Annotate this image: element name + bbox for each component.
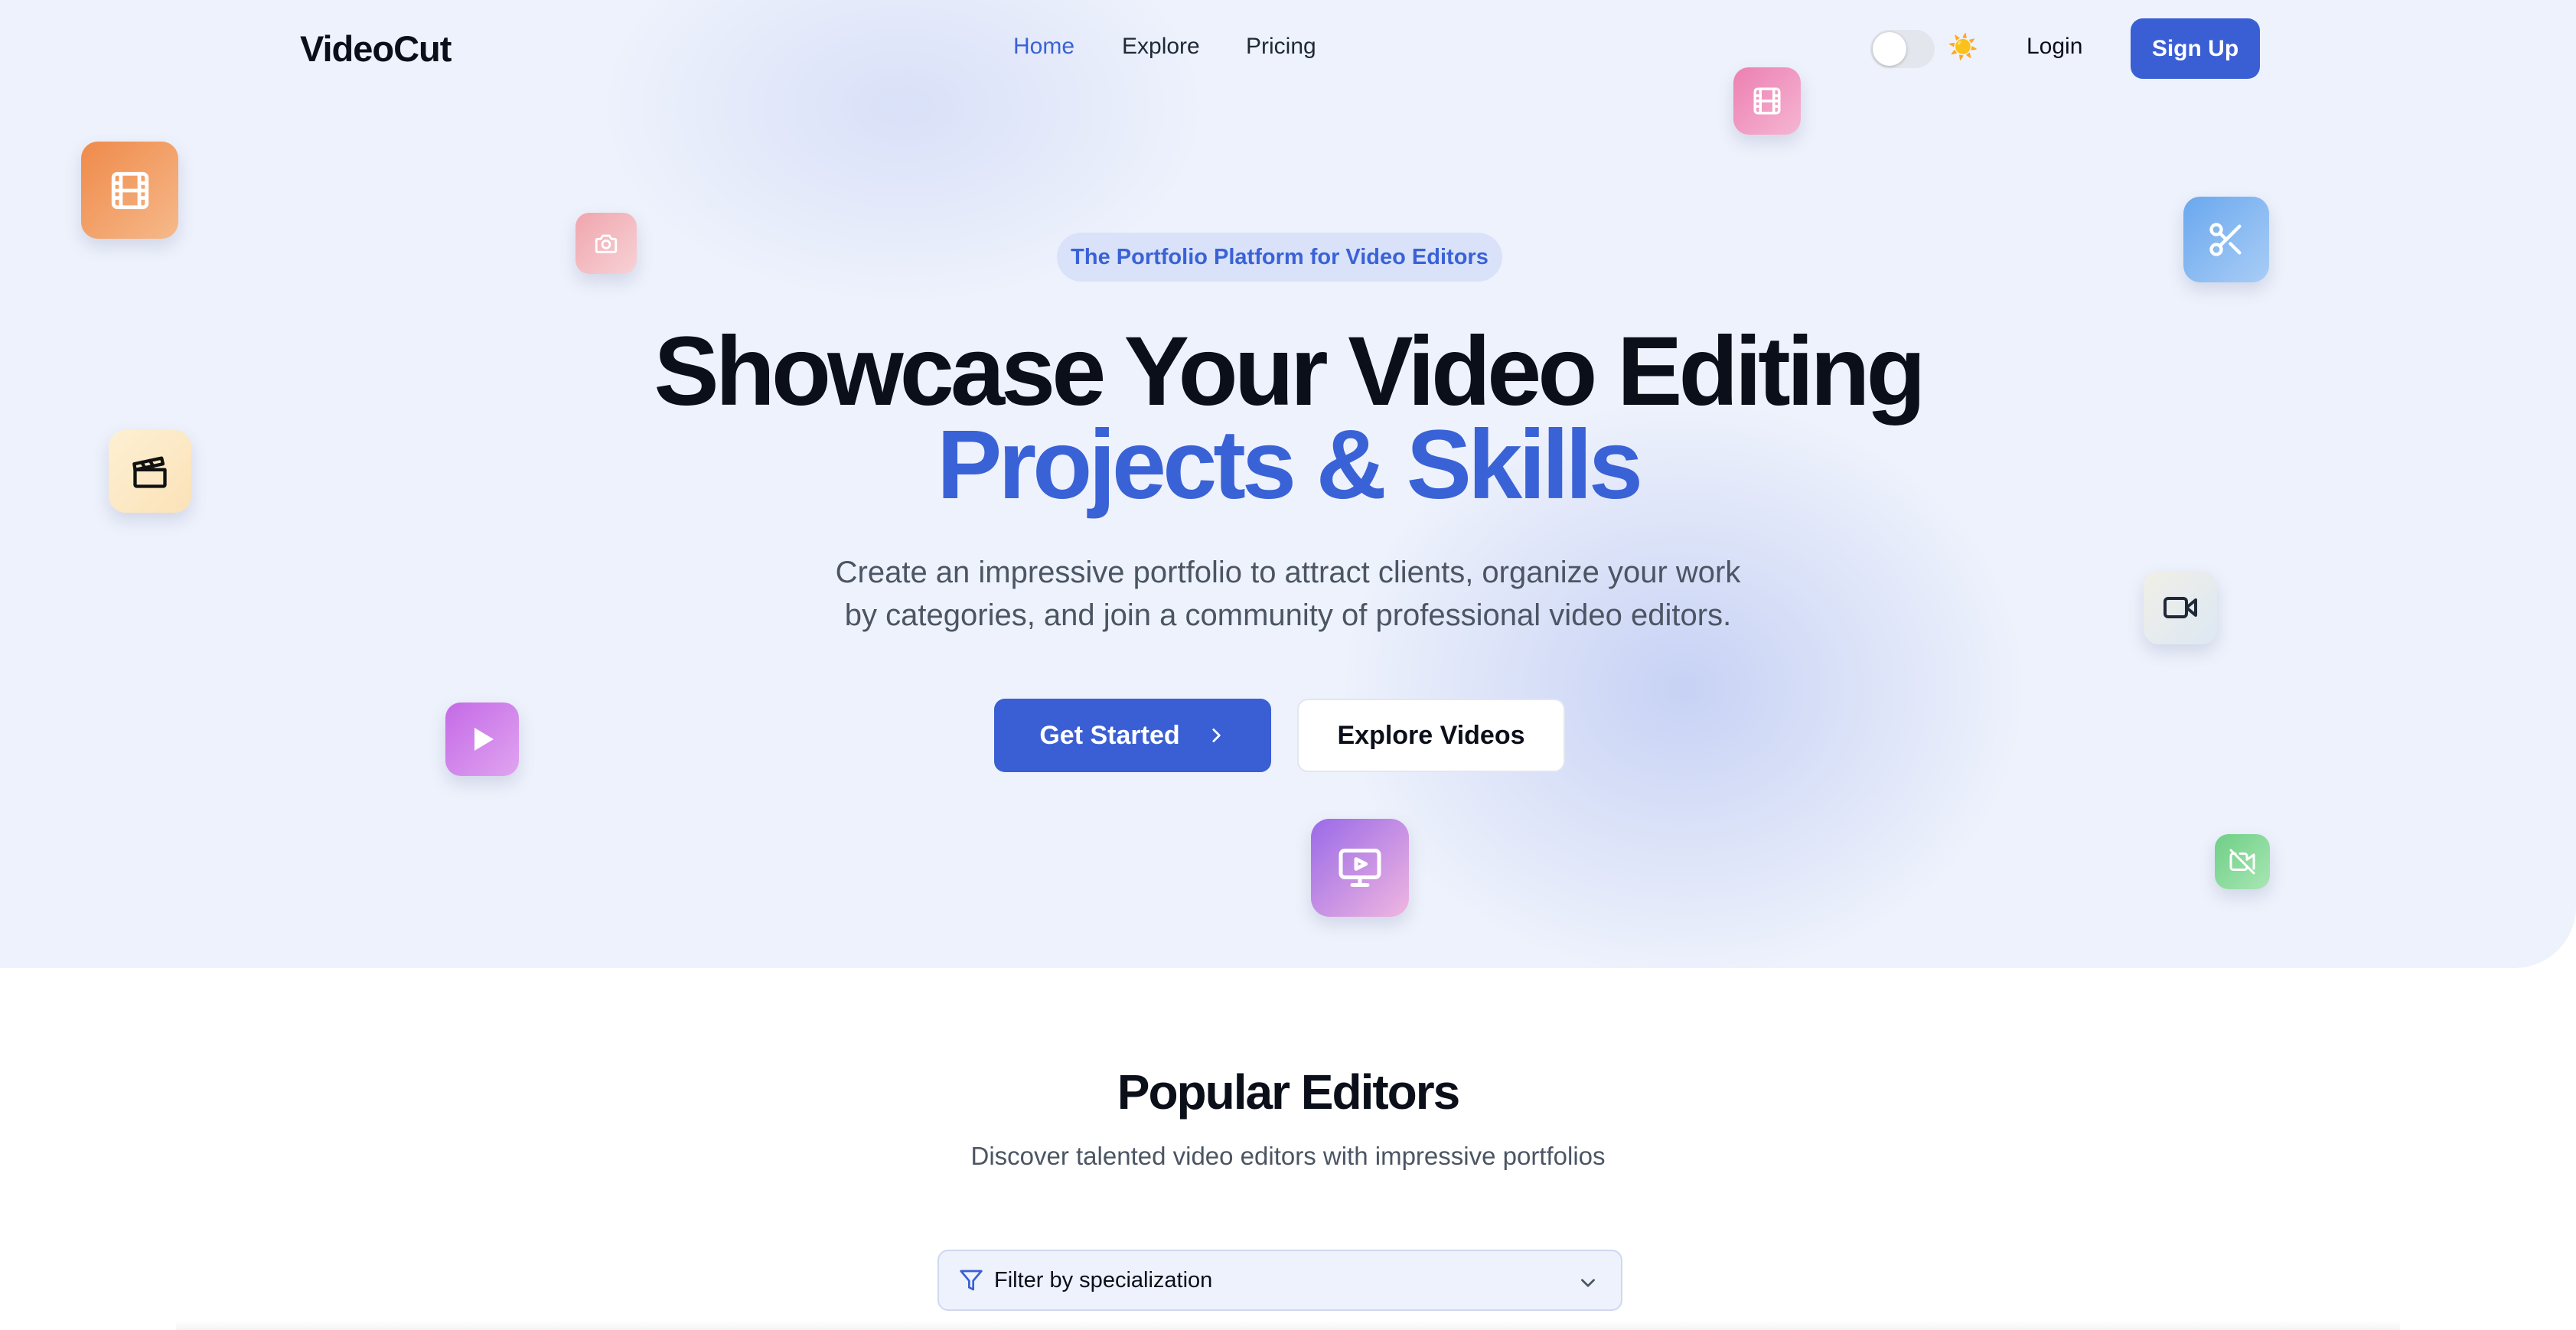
hero-headline: Showcase Your Video Editing Projects & S… [523, 317, 2053, 520]
monitor-play-icon [1311, 819, 1409, 917]
headline-line-2: Projects & Skills [936, 410, 1643, 520]
chevron-down-icon [1581, 1279, 1595, 1287]
play-icon [445, 702, 519, 776]
popular-editors-subtitle: Discover talented video editors with imp… [970, 1142, 1606, 1170]
signup-button[interactable]: Sign Up [2131, 18, 2260, 79]
hero-section: VideoCut Home Explore Pricing ☀️ Login S… [0, 0, 2576, 968]
get-started-button[interactable]: Get Started [994, 699, 1271, 772]
filter-label: Filter by specialization [994, 1267, 1213, 1293]
theme-toggle[interactable] [1870, 30, 1935, 68]
explore-videos-button[interactable]: Explore Videos [1297, 699, 1565, 772]
subtitle-line-2: by categories, and join a community of p… [844, 598, 1732, 632]
film-icon [1733, 67, 1801, 135]
popular-editors-title: Popular Editors [1117, 1064, 1461, 1120]
film-icon [81, 142, 178, 239]
card-edge-shadow [176, 1321, 2400, 1330]
hero-badge: The Portfolio Platform for Video Editors [1057, 233, 1502, 282]
video-camera-icon [2144, 571, 2217, 644]
video-off-icon [2215, 834, 2270, 889]
scissors-icon [2183, 197, 2269, 282]
subtitle-line-1: Create an impressive portfolio to attrac… [835, 556, 1741, 589]
filter-icon [960, 1270, 983, 1291]
nav-link-explore[interactable]: Explore [1122, 34, 1200, 60]
app-logo[interactable]: VideoCut [300, 28, 452, 70]
nav-link-home[interactable]: Home [1013, 34, 1074, 60]
specialization-filter-select[interactable]: Filter by specialization [937, 1250, 1622, 1311]
chevron-right-icon [1212, 729, 1221, 742]
headline-line-1: Showcase Your Video Editing [654, 317, 1925, 426]
nav-link-pricing[interactable]: Pricing [1246, 34, 1316, 60]
login-link[interactable]: Login [2027, 34, 2082, 60]
sun-icon: ☀️ [1948, 33, 1978, 60]
hero-subtitle: Create an impressive portfolio to attrac… [752, 551, 1824, 637]
camera-icon [576, 213, 637, 274]
clapperboard-icon [109, 430, 191, 513]
get-started-label: Get Started [1039, 720, 1180, 750]
toggle-knob [1873, 32, 1906, 66]
